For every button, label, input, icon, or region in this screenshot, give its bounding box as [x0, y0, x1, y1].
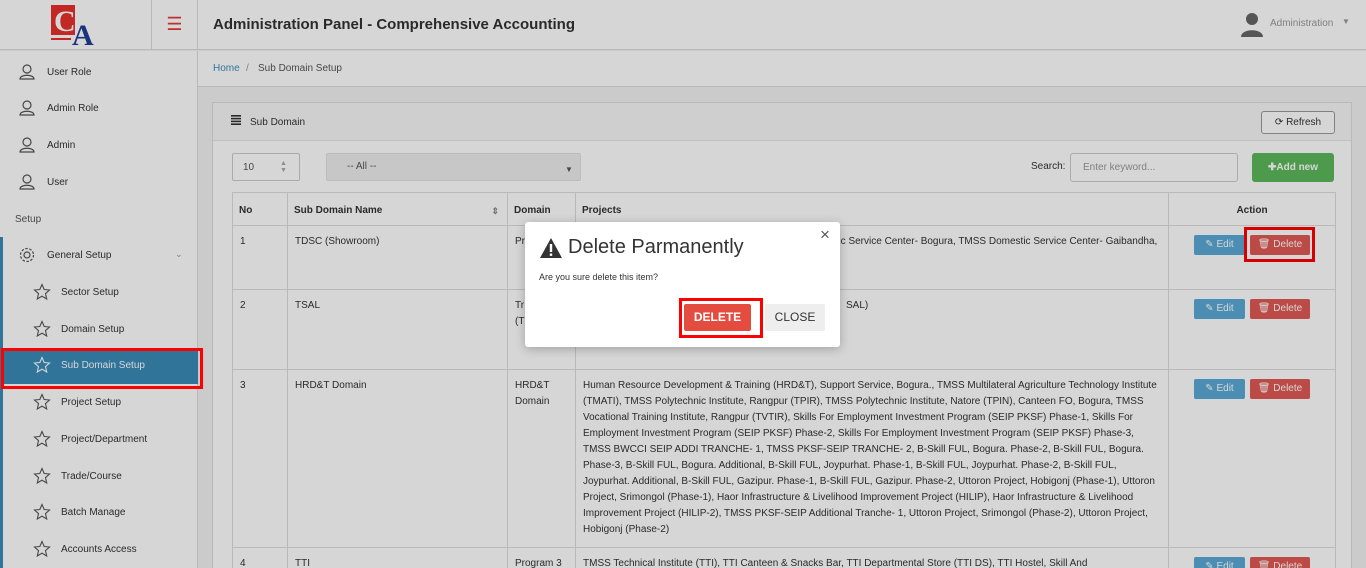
warning-icon	[540, 238, 562, 258]
dialog-close-button[interactable]: CLOSE	[765, 304, 825, 331]
dialog-message: Are you sure delete this item?	[539, 272, 659, 282]
close-icon[interactable]: ×	[820, 225, 830, 245]
delete-confirm-dialog: × Delete Parmanently Are you sure delete…	[525, 222, 840, 347]
dialog-title: Delete Parmanently	[568, 236, 744, 258]
confirm-delete-button[interactable]: DELETE	[684, 304, 751, 331]
active-item-highlight	[1, 348, 203, 389]
